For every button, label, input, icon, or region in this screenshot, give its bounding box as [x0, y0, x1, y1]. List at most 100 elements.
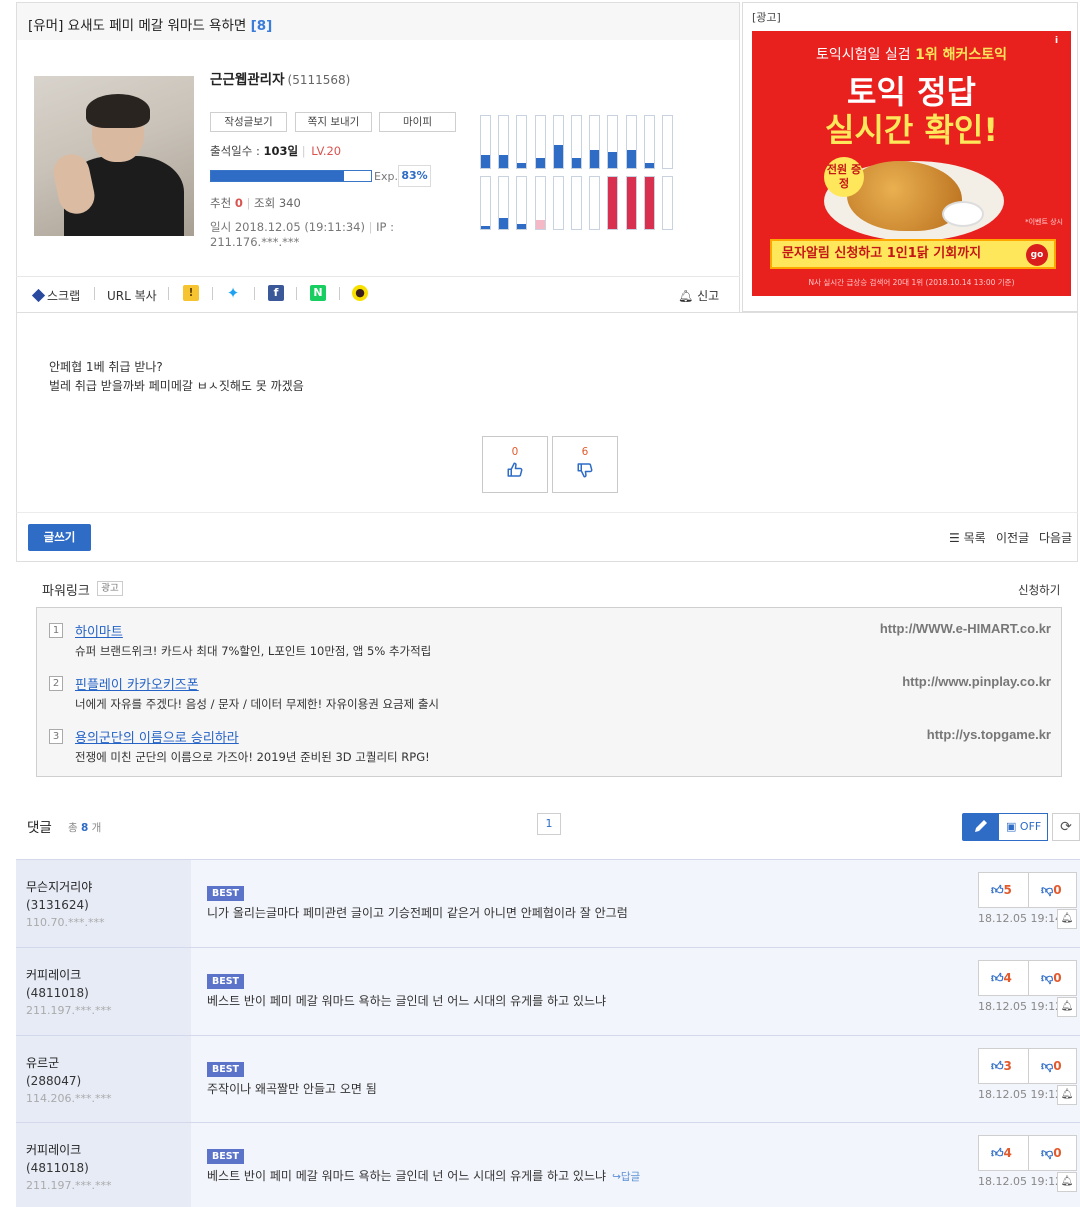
- powerlink-name[interactable]: 핀플레이 카카오키즈폰: [75, 674, 199, 693]
- attendance-days: 103일: [263, 144, 299, 158]
- comment-text: 베스트 반이 페미 메갈 워마드 욕하는 글인데 넌 어느 시대의 유게를 하고…: [207, 1169, 641, 1183]
- attendance-info: 출석일수 : 103일 | LV.20: [210, 144, 342, 158]
- comment-image-toggle[interactable]: ▣ OFF: [998, 813, 1048, 841]
- url-copy-button[interactable]: URL 복사: [107, 287, 157, 304]
- activity-bar-fill: [608, 152, 618, 168]
- comment-date: 18.12.05 19:14: [978, 912, 1063, 925]
- downvote-count: 6: [581, 446, 589, 458]
- mypi-button[interactable]: 마이피: [379, 112, 456, 132]
- comment-vote-box: 👍︎4 👎︎0: [978, 1135, 1077, 1171]
- ad-creative[interactable]: i 토익시험일 실검 1위 해커스토익 토익 정답 실시간 확인! 전원 증정 …: [752, 31, 1071, 296]
- comment-text: 베스트 반이 페미 메갈 워마드 욕하는 글인데 넌 어느 시대의 유게를 하고…: [207, 994, 607, 1008]
- post-title-text: [유머] 요새도 페미 메갈 워마드 욕하면: [28, 18, 251, 34]
- upvote-button[interactable]: 0: [482, 436, 548, 493]
- comment-text: 니가 올리는글마다 페미관련 글이고 기승전페미 같은거 아니면 안페협이라 잘…: [207, 906, 628, 920]
- comment-author-panel: 커피레이크 (4811018) 211.197.***.***: [16, 1123, 191, 1207]
- exp-bar-fill: [211, 171, 344, 181]
- comment-write-button[interactable]: [962, 813, 998, 841]
- author-name[interactable]: 근근웹관리자 (5111568): [210, 68, 350, 88]
- comments-title: 댓글: [27, 820, 52, 836]
- comment-upvote-button[interactable]: 👍︎4: [991, 971, 1012, 986]
- ad-cta-strip[interactable]: 문자알림 신청하고 1인1닭 기회까지 go: [770, 239, 1056, 269]
- view-posts-button[interactable]: 작성글보기: [210, 112, 287, 132]
- comment-uid: (288047): [26, 1074, 82, 1088]
- comment-up-count: 3: [1003, 1059, 1012, 1073]
- comment-upvote-button[interactable]: 👍︎4: [991, 1146, 1012, 1161]
- comment-row: 커피레이크 (4811018) 211.197.***.*** BEST 베스트…: [16, 947, 1080, 1035]
- post-comment-count[interactable]: [8]: [251, 18, 273, 34]
- powerlink-name[interactable]: 용의군단의 이름으로 승리하라: [75, 727, 239, 746]
- powerlink-desc: 너에게 자유를 주겠다! 음성 / 문자 / 데이터 무제한! 자유이용권 요금…: [75, 697, 439, 711]
- comment-report-bell-icon[interactable]: 🔔︎: [1057, 1172, 1077, 1192]
- ad-cta-text: 문자알림 신청하고 1인1닭 기회까지: [782, 246, 982, 261]
- comment-nick[interactable]: 유르군: [26, 1054, 59, 1071]
- powerlink-url[interactable]: http://www.pinplay.co.kr: [902, 674, 1051, 689]
- activity-bar-fill: [626, 149, 636, 168]
- next-post-button[interactable]: 다음글: [1039, 529, 1072, 546]
- powerlink-index: 2: [49, 676, 63, 691]
- comment-report-bell-icon[interactable]: 🔔︎: [1057, 1085, 1077, 1105]
- twitter-share-icon[interactable]: ✦: [225, 285, 241, 301]
- post-stats: 추천 0 | 조회 340: [210, 196, 301, 210]
- author-nick[interactable]: 근근웹관리자: [210, 72, 285, 88]
- prev-post-button[interactable]: 이전글: [996, 529, 1029, 546]
- author-avatar[interactable]: [34, 76, 194, 236]
- powerlink-name[interactable]: 하이마트: [75, 621, 123, 640]
- comment-report-bell-icon[interactable]: 🔔︎: [1057, 909, 1077, 929]
- powerlink-ad-tag: 광고: [97, 581, 123, 596]
- powerlink-index: 1: [49, 623, 63, 638]
- rec-label: 추천: [210, 196, 232, 210]
- comment-upvote-button[interactable]: 👍︎3: [991, 1059, 1012, 1074]
- comments-total: 총 8 개: [68, 822, 102, 834]
- comment-nick[interactable]: 커피레이크: [26, 1141, 81, 1158]
- comment-report-bell-icon[interactable]: 🔔︎: [1057, 997, 1077, 1017]
- activity-bar-fill: [499, 155, 509, 168]
- activity-bar: [625, 115, 637, 169]
- comment-ip: 110.70.***.***: [26, 916, 105, 929]
- powerlink-apply-link[interactable]: 신청하기: [1018, 582, 1060, 598]
- ad-go-button[interactable]: go: [1026, 244, 1048, 266]
- comment-down-count: 0: [1053, 1059, 1062, 1073]
- list-button[interactable]: ☰ 목록: [949, 529, 986, 546]
- post-title-bar: [유머] 요새도 페미 메갈 워마드 욕하면 [8]: [16, 2, 740, 41]
- exp-percent: 83%: [398, 165, 431, 187]
- comment-upvote-button[interactable]: 👍︎5: [991, 883, 1012, 898]
- list-icon: ☰: [949, 531, 960, 545]
- scrap-button[interactable]: 스크랩: [31, 287, 81, 304]
- comment-downvote-button[interactable]: 👎︎0: [1041, 971, 1062, 986]
- comment-downvote-button[interactable]: 👎︎0: [1041, 1146, 1062, 1161]
- image-toggle-label: OFF: [1019, 820, 1042, 833]
- post-footer-bar: 글쓰기 ☰ 목록 이전글 다음글: [16, 512, 1078, 562]
- activity-bar-fill: [499, 217, 509, 229]
- kakaotalk-share-icon[interactable]: ●: [352, 285, 368, 301]
- refresh-icon[interactable]: ⟳: [1052, 813, 1080, 841]
- kakaostory-share-icon[interactable]: !: [183, 285, 199, 301]
- comment-nick[interactable]: 커피레이크: [26, 966, 81, 983]
- best-badge: BEST: [207, 1062, 244, 1077]
- scrap-label: 스크랩: [47, 289, 81, 303]
- comment-nick[interactable]: 무슨지거리야: [26, 878, 92, 895]
- exp-bar: [210, 170, 372, 182]
- comment-downvote-button[interactable]: 👎︎0: [1041, 883, 1062, 898]
- comment-author-panel: 커피레이크 (4811018) 211.197.***.***: [16, 948, 191, 1035]
- powerlink-url[interactable]: http://WWW.e-HIMART.co.kr: [880, 621, 1051, 636]
- report-button[interactable]: 🔔︎ 신고: [678, 287, 719, 304]
- send-message-button[interactable]: 쪽지 보내기: [295, 112, 372, 132]
- downvote-button[interactable]: 6: [552, 436, 618, 493]
- naver-share-icon[interactable]: N: [310, 285, 326, 301]
- thumbs-down-icon: 👎︎: [1041, 1059, 1054, 1073]
- comment-author-panel: 무슨지거리야 (3131624) 110.70.***.***: [16, 860, 191, 947]
- comment-downvote-button[interactable]: 👎︎0: [1041, 1059, 1062, 1074]
- comments-page-1[interactable]: 1: [537, 813, 561, 835]
- powerlink-url[interactable]: http://ys.topgame.kr: [927, 727, 1051, 742]
- comment-uid: (3131624): [26, 898, 89, 912]
- comment-date: 18.12.05 19:12: [978, 1088, 1063, 1101]
- activity-bar: [643, 115, 655, 169]
- facebook-share-icon[interactable]: f: [268, 285, 284, 301]
- powerlink-desc: 슈퍼 브랜드위크! 카드사 최대 7%할인, L포인트 10만점, 앱 5% 추…: [75, 644, 432, 658]
- exp-label: Exp.: [374, 170, 398, 183]
- write-button[interactable]: 글쓰기: [28, 524, 91, 551]
- author-id: (5111568): [287, 73, 351, 87]
- powerlink-title: 파워링크: [42, 584, 90, 599]
- reply-link[interactable]: ↪답글: [612, 1171, 640, 1183]
